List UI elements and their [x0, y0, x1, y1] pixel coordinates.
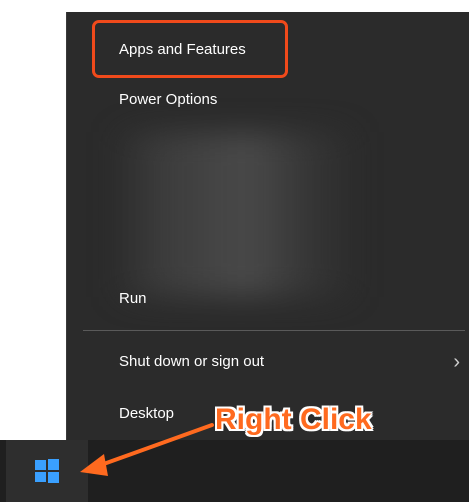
- menu-item-run[interactable]: Run: [67, 281, 469, 317]
- windows-logo-icon: [35, 459, 59, 483]
- chevron-right-icon: ›: [453, 351, 460, 373]
- menu-separator: [83, 330, 465, 331]
- menu-item-label: Run: [119, 290, 147, 307]
- menu-item-label: Shut down or sign out: [119, 353, 265, 370]
- menu-item-shut-down-or-sign-out[interactable]: Shut down or sign out ›: [67, 344, 469, 380]
- taskbar: [0, 440, 469, 502]
- annotation-highlight-box: [92, 20, 288, 78]
- menu-item-power-options[interactable]: Power Options: [67, 82, 469, 118]
- blurred-menu-region: [111, 132, 359, 297]
- screen: Apps and Features Power Options Run Shut…: [0, 0, 469, 502]
- right-click-callout: Right Click: [215, 403, 372, 436]
- menu-item-label: Power Options: [119, 91, 218, 108]
- start-button[interactable]: [6, 440, 88, 502]
- menu-item-label: Desktop: [119, 405, 175, 422]
